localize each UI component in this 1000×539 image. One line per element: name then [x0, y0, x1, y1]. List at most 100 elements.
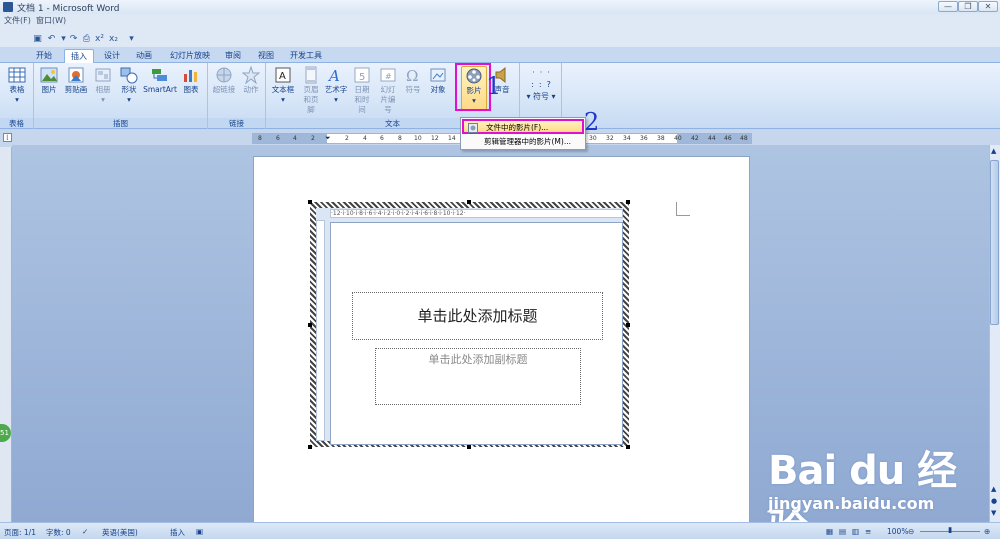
- table-button[interactable]: 表格 ▾: [4, 66, 30, 105]
- tab-design[interactable]: 设计: [98, 49, 126, 63]
- restore-button[interactable]: ❐: [958, 1, 978, 12]
- status-bar: 页面: 1/1 字数: 0 ✓ 英语(美国) 插入 ▣ ▦ ▤ ▥ ≡ 100%…: [0, 522, 1000, 539]
- scroll-up-icon[interactable]: ▲: [991, 147, 996, 155]
- ruler-tick: 42: [691, 135, 699, 142]
- status-mode[interactable]: 插入: [170, 527, 185, 538]
- object-icon: [430, 68, 446, 82]
- shapes-button[interactable]: 形状 ▾: [118, 66, 140, 105]
- menu-file[interactable]: 文件(F): [4, 15, 31, 26]
- object-button[interactable]: 对象: [426, 66, 450, 95]
- minimize-button[interactable]: —: [938, 1, 958, 12]
- chart-icon: [184, 70, 197, 82]
- status-words[interactable]: 字数: 0: [46, 527, 71, 538]
- resize-handle[interactable]: [308, 445, 312, 449]
- customize-qat-icon[interactable]: ▾: [126, 34, 137, 44]
- symbol-button[interactable]: Ω 符号: [402, 66, 424, 95]
- table-label: 表格: [9, 85, 25, 94]
- resize-handle[interactable]: [308, 323, 312, 327]
- wordart-label: 艺术字: [324, 85, 348, 94]
- hyperlink-globe-icon: [216, 67, 232, 83]
- indent-marker-icon[interactable]: ⏷: [325, 134, 331, 143]
- resize-handle[interactable]: [467, 200, 471, 204]
- ruler-tick: 12: [431, 135, 439, 142]
- zoom-in-icon[interactable]: ⊕: [984, 527, 990, 536]
- status-page[interactable]: 页面: 1/1: [4, 527, 36, 538]
- menu-item-movie-from-file[interactable]: 文件中的影片(F)...: [462, 119, 584, 134]
- ruler-tick: 2: [345, 135, 349, 142]
- menu-bar: 文件(F) 窗口(W): [0, 14, 1000, 26]
- zoom-out-icon[interactable]: ⊖: [908, 527, 914, 536]
- view-web-icon[interactable]: ▥: [852, 527, 859, 536]
- slide-number-label: 幻灯片编号: [380, 85, 396, 114]
- subtitle-placeholder[interactable]: 单击此处添加副标题: [375, 348, 581, 405]
- ruler-tick: 4: [363, 135, 367, 142]
- margin-corner-mark: [676, 202, 690, 216]
- hyperlink-button[interactable]: 超链接: [210, 66, 238, 95]
- close-button[interactable]: ✕: [978, 1, 998, 12]
- calendar-icon: 5: [354, 67, 370, 83]
- ruler-tick: 36: [640, 135, 648, 142]
- tab-review[interactable]: 审阅: [219, 49, 247, 63]
- dropdown-arrow-icon: ▾: [101, 95, 105, 104]
- zoom-slider-thumb[interactable]: ▮: [948, 525, 952, 534]
- svg-text:Ω: Ω: [406, 67, 418, 84]
- datetime-button[interactable]: 5 日期和时间: [350, 66, 374, 115]
- action-button[interactable]: 动作: [240, 66, 262, 95]
- view-print-layout-icon[interactable]: ▦: [826, 527, 833, 536]
- save-icon[interactable]: ▣: [32, 34, 43, 44]
- photo-album-icon: [95, 68, 111, 82]
- wordart-button[interactable]: A 艺术字 ▾: [324, 66, 348, 105]
- macro-record-icon[interactable]: ▣: [196, 527, 203, 536]
- superscript-icon[interactable]: x²: [94, 34, 105, 44]
- clipart-label: 剪贴画: [64, 85, 88, 94]
- picture-button[interactable]: 图片: [38, 66, 60, 95]
- select-browse-object-icon[interactable]: ●: [991, 497, 997, 505]
- undo-icon[interactable]: ↶: [46, 34, 57, 44]
- previous-page-icon[interactable]: ▲: [991, 485, 996, 493]
- svg-text:#: #: [385, 72, 392, 81]
- vertical-ruler[interactable]: [0, 147, 12, 522]
- resize-handle[interactable]: [467, 445, 471, 449]
- slide-number-button[interactable]: # 幻灯片编号: [376, 66, 400, 115]
- picture-icon: [40, 67, 58, 83]
- next-page-icon[interactable]: ▼: [991, 509, 996, 517]
- subscript-icon[interactable]: x₂: [108, 34, 119, 44]
- view-outline-icon[interactable]: ≡: [865, 527, 871, 536]
- redo-icon[interactable]: ↷: [68, 34, 79, 44]
- ruler-tick: 44: [708, 135, 716, 142]
- word-app-icon[interactable]: [3, 2, 13, 12]
- resize-handle[interactable]: [626, 200, 630, 204]
- view-fullscreen-icon[interactable]: ▤: [839, 527, 846, 536]
- title-placeholder[interactable]: 单击此处添加标题: [352, 292, 603, 340]
- proofing-icon[interactable]: ✓: [82, 527, 88, 536]
- tab-selector-icon[interactable]: ⌊: [3, 133, 12, 142]
- resize-handle[interactable]: [626, 445, 630, 449]
- header-footer-button[interactable]: 页眉和页脚: [298, 66, 324, 115]
- tab-insert[interactable]: 插入: [64, 49, 94, 63]
- album-button[interactable]: 相册 ▾: [92, 66, 114, 105]
- clipart-button[interactable]: 剪贴画: [62, 66, 90, 95]
- resize-handle[interactable]: [626, 323, 630, 327]
- status-language[interactable]: 英语(美国): [102, 527, 138, 538]
- tab-developer[interactable]: 开发工具: [284, 49, 328, 63]
- print-icon[interactable]: ⎙: [81, 34, 92, 44]
- dropdown-arrow-icon: ▾: [334, 95, 338, 104]
- ruler-tick: 38: [657, 135, 665, 142]
- zoom-level[interactable]: 100%: [887, 527, 908, 536]
- object-label: 对象: [430, 85, 446, 94]
- tab-home[interactable]: 开始: [30, 49, 58, 63]
- textbox-button[interactable]: A 文本框 ▾: [270, 66, 296, 105]
- menu-window[interactable]: 窗口(W): [36, 15, 66, 26]
- equation-symbols[interactable]: · · · : : ? ▾ 符号 ▾: [522, 67, 560, 103]
- album-label: 相册: [95, 85, 111, 94]
- tab-animations[interactable]: 动画: [130, 49, 158, 63]
- tab-view[interactable]: 视图: [252, 49, 280, 63]
- chart-button[interactable]: 图表: [180, 66, 202, 95]
- scrollbar-thumb[interactable]: [990, 160, 999, 325]
- action-star-icon: [242, 66, 260, 84]
- baidu-watermark: Bai du 经验 jingyan.baidu.com: [760, 430, 960, 539]
- smartart-button[interactable]: SmartArt: [142, 66, 178, 95]
- resize-handle[interactable]: [308, 200, 312, 204]
- tab-slideshow[interactable]: 幻灯片放映: [164, 49, 216, 63]
- menu-item-movie-from-clip-organizer[interactable]: 剪辑管理器中的影片(M)...: [462, 135, 584, 150]
